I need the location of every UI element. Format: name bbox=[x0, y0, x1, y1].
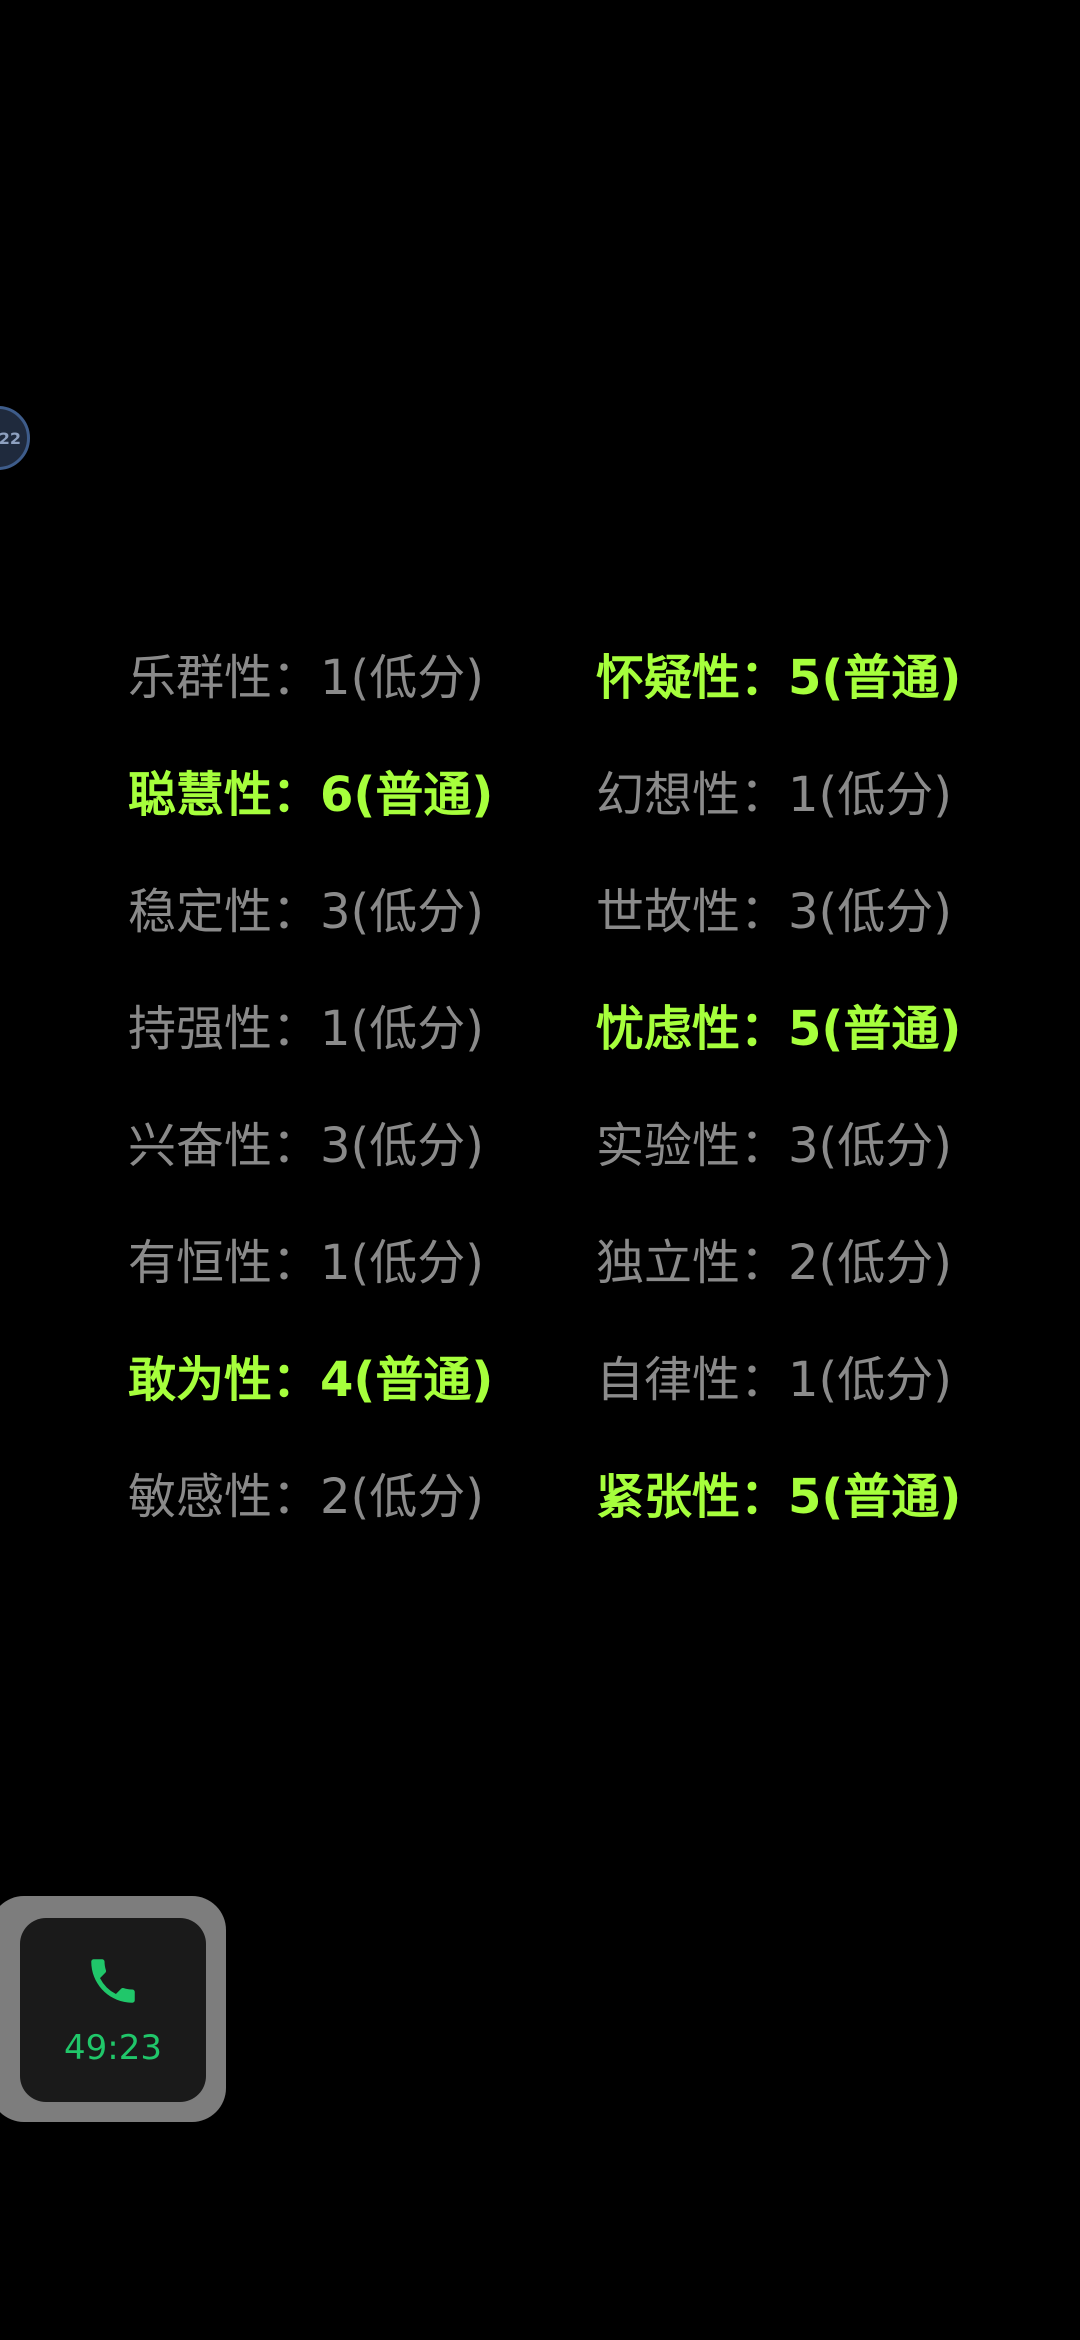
call-widget-panel[interactable]: 49:23 bbox=[20, 1918, 206, 2102]
trait-item: 自律性：1(低分) bbox=[596, 1352, 952, 1408]
trait-item: 实验性：3(低分) bbox=[596, 1118, 952, 1174]
trait-item: 聪慧性：6(普通) bbox=[128, 767, 494, 823]
trait-results-grid: 乐群性：1(低分) 怀疑性：5(普通) 聪慧性：6(普通) 幻想性：1(低分) … bbox=[128, 646, 988, 1582]
call-timer: 49:23 bbox=[64, 2028, 162, 2068]
floating-edge-bubble[interactable]: 22 bbox=[0, 406, 30, 470]
trait-item: 乐群性：1(低分) bbox=[128, 650, 484, 706]
trait-item: 持强性：1(低分) bbox=[128, 1001, 484, 1057]
trait-item: 幻想性：1(低分) bbox=[596, 767, 952, 823]
trait-item: 有恒性：1(低分) bbox=[128, 1235, 484, 1291]
edge-bubble-label: 22 bbox=[0, 428, 21, 448]
trait-item: 敏感性：2(低分) bbox=[128, 1469, 484, 1525]
trait-item: 独立性：2(低分) bbox=[596, 1235, 952, 1291]
trait-item: 忧虑性：5(普通) bbox=[596, 1001, 962, 1057]
ongoing-call-widget[interactable]: 49:23 bbox=[0, 1896, 226, 2122]
trait-item: 兴奋性：3(低分) bbox=[128, 1118, 484, 1174]
trait-item: 怀疑性：5(普通) bbox=[596, 650, 962, 706]
trait-item: 紧张性：5(普通) bbox=[596, 1469, 962, 1525]
trait-item: 敢为性：4(普通) bbox=[128, 1352, 494, 1408]
phone-icon bbox=[84, 1952, 142, 2014]
trait-item: 世故性：3(低分) bbox=[596, 884, 952, 940]
trait-item: 稳定性：3(低分) bbox=[128, 884, 484, 940]
